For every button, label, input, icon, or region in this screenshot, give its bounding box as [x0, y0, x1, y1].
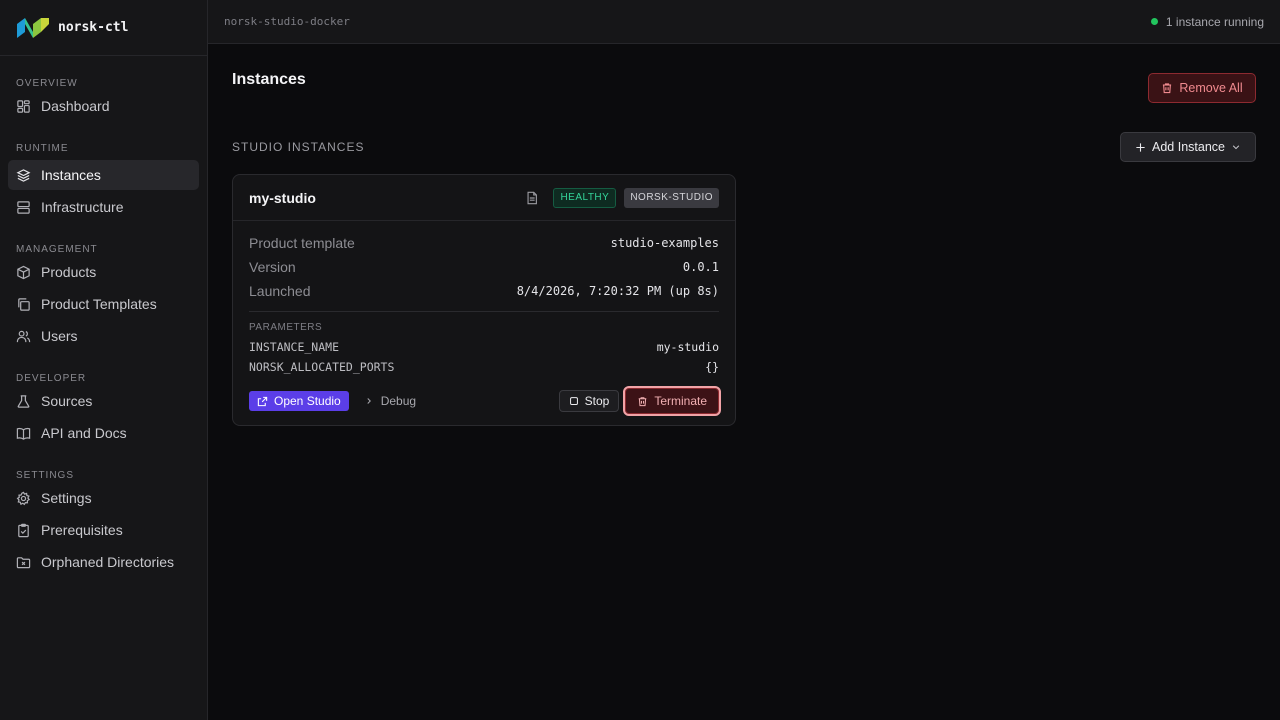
parameter-key: NORSK_ALLOCATED_PORTS	[249, 360, 395, 374]
parameter-value: my-studio	[656, 340, 719, 354]
stop-icon	[569, 397, 578, 405]
sidebar-item-label: Prerequisites	[41, 522, 123, 538]
sidebar-item-products[interactable]: Products	[8, 257, 199, 287]
remove-all-label: Remove All	[1179, 81, 1243, 95]
brand[interactable]: norsk-ctl	[0, 0, 207, 56]
norsk-logo-icon	[17, 17, 49, 38]
flask-icon	[17, 394, 30, 408]
sidebar-item-dashboard[interactable]: Dashboard	[8, 91, 199, 121]
detail-row: Product template studio-examples	[249, 231, 719, 255]
sidebar-nav: OVERVIEW Dashboard RUNTIME Instances Inf…	[0, 56, 207, 577]
stop-label: Stop	[584, 394, 610, 408]
topbar: norsk-studio-docker 1 instance running	[208, 0, 1280, 44]
sidebar-item-sources[interactable]: Sources	[8, 386, 199, 416]
sidebar-item-label: Orphaned Directories	[41, 554, 175, 570]
page-title: Instances	[232, 71, 306, 88]
nav-section-overview: OVERVIEW	[16, 78, 78, 89]
sidebar-item-settings[interactable]: Settings	[8, 483, 199, 513]
sidebar-item-label: Infrastructure	[41, 199, 124, 215]
sidebar-item-infrastructure[interactable]: Infrastructure	[8, 192, 199, 222]
debug-toggle[interactable]: Debug	[365, 394, 416, 408]
terminate-label: Terminate	[654, 394, 707, 408]
nav-section-developer: DEVELOPER	[16, 373, 87, 384]
sidebar-item-users[interactable]: Users	[8, 321, 199, 351]
detail-value: 8/4/2026, 7:20:32 PM (up 8s)	[516, 284, 719, 298]
type-badge: NORSK-STUDIO	[624, 187, 719, 208]
detail-value: studio-examples	[610, 236, 719, 250]
detail-label: Product template	[249, 235, 355, 251]
stop-button[interactable]: Stop	[558, 390, 620, 412]
debug-label: Debug	[380, 394, 417, 408]
terminate-button[interactable]: Terminate	[623, 386, 721, 416]
sidebar-item-label: Dashboard	[41, 98, 110, 114]
detail-label: Version	[249, 259, 296, 275]
detail-row: Version 0.0.1	[249, 255, 719, 279]
detail-row: Launched 8/4/2026, 7:20:32 PM (up 8s)	[249, 279, 719, 303]
chevron-down-icon	[1232, 145, 1240, 150]
server-icon	[17, 200, 30, 214]
instance-status: 1 instance running	[1150, 14, 1264, 29]
add-instance-button[interactable]: Add Instance	[1120, 132, 1256, 162]
plus-icon	[1136, 142, 1145, 152]
status-text: 1 instance running	[1165, 14, 1264, 29]
detail-value: 0.0.1	[682, 260, 719, 274]
status-dot-icon	[1150, 18, 1158, 25]
sidebar-item-orphaned-directories[interactable]: Orphaned Directories	[8, 547, 199, 577]
external-link-icon	[257, 396, 268, 406]
parameter-key: INSTANCE_NAME	[249, 340, 340, 354]
trash-icon	[1163, 83, 1172, 94]
dashboard-icon	[17, 99, 30, 113]
add-instance-label: Add Instance	[1152, 140, 1225, 154]
nav-section-settings: SETTINGS	[16, 470, 75, 481]
instance-card-header: my-studio HEALTHY NORSK-STUDIO	[233, 175, 735, 221]
main-content: Instances Remove All STUDIO INSTANCES Ad…	[208, 44, 1280, 720]
open-studio-label: Open Studio	[274, 394, 341, 408]
instance-details: Product template studio-examples Version…	[233, 221, 735, 303]
section-title: STUDIO INSTANCES	[232, 140, 365, 154]
sidebar-item-label: Settings	[41, 490, 92, 506]
open-studio-button[interactable]: Open Studio	[249, 391, 349, 411]
context-name: norsk-studio-docker	[224, 15, 350, 28]
parameter-value: {}	[705, 360, 719, 374]
package-icon	[17, 265, 30, 279]
sidebar-item-prerequisites[interactable]: Prerequisites	[8, 515, 199, 545]
sidebar: norsk-ctl OVERVIEW Dashboard RUNTIME Ins…	[0, 0, 208, 720]
document-icon[interactable]	[525, 191, 539, 205]
instance-name: my-studio	[249, 189, 316, 206]
parameter-row: INSTANCE_NAME my-studio	[233, 337, 735, 357]
sidebar-item-label: Product Templates	[41, 296, 157, 312]
sidebar-item-product-templates[interactable]: Product Templates	[8, 289, 199, 319]
sidebar-item-label: Instances	[41, 167, 101, 183]
sidebar-item-label: Products	[41, 264, 97, 280]
book-icon	[16, 427, 31, 440]
parameter-row: NORSK_ALLOCATED_PORTS {}	[233, 357, 735, 377]
sidebar-item-label: API and Docs	[41, 425, 127, 441]
instance-card: my-studio HEALTHY NORSK-STUDIO Product t…	[232, 174, 736, 426]
nav-section-management: MANAGEMENT	[16, 244, 98, 255]
detail-label: Launched	[249, 283, 311, 299]
remove-all-button[interactable]: Remove All	[1148, 73, 1256, 103]
layers-icon	[16, 168, 31, 182]
health-badge: HEALTHY	[553, 187, 617, 208]
instance-actions: Open Studio Debug Stop Terminate	[249, 386, 721, 416]
trash-icon	[639, 396, 647, 406]
sidebar-item-api-and-docs[interactable]: API and Docs	[8, 418, 199, 448]
clipboard-check-icon	[18, 523, 29, 537]
app-name: norsk-ctl	[58, 20, 129, 35]
gear-icon	[16, 491, 31, 505]
folder-x-icon	[16, 556, 31, 568]
users-icon	[16, 330, 31, 342]
chevron-right-icon	[367, 398, 371, 404]
sidebar-item-instances[interactable]: Instances	[8, 160, 199, 190]
sidebar-item-label: Sources	[41, 393, 93, 409]
sidebar-item-label: Users	[41, 328, 78, 344]
copy-icon	[18, 297, 30, 311]
nav-section-runtime: RUNTIME	[16, 143, 69, 154]
parameters-title: PARAMETERS	[249, 322, 323, 333]
